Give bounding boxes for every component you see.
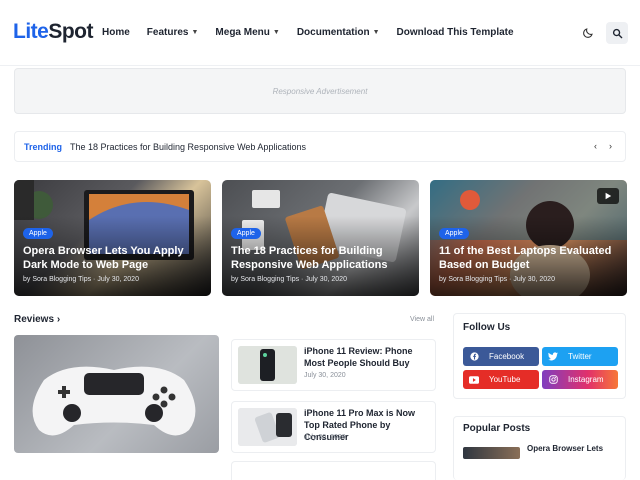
- featured-card-2[interactable]: Apple The 18 Practices for Building Resp…: [222, 180, 419, 296]
- featured-card-1[interactable]: Apple Opera Browser Lets You Apply Dark …: [14, 180, 211, 296]
- nav-home-label: Home: [102, 27, 130, 38]
- ad-placeholder-text: Responsive Advertisement: [272, 86, 368, 96]
- header-actions: [578, 22, 628, 44]
- review-item-2[interactable]: iPhone 11 Pro Max is Now Top Rated Phone…: [231, 401, 436, 453]
- advertisement-slot[interactable]: Responsive Advertisement: [14, 68, 626, 114]
- card-title[interactable]: Opera Browser Lets You Apply Dark Mode t…: [23, 244, 205, 272]
- video-play-button[interactable]: [597, 188, 619, 204]
- trending-link[interactable]: The 18 Practices for Building Responsive…: [70, 142, 306, 152]
- instagram-button[interactable]: Instagram: [542, 370, 618, 389]
- trending-label: Trending: [24, 141, 62, 152]
- nav-documentation[interactable]: Documentation ▼: [297, 27, 380, 38]
- play-icon: [605, 192, 612, 200]
- review-title[interactable]: iPhone 11 Review: Phone Most People Shou…: [304, 345, 432, 369]
- follow-us-widget: Follow Us Facebook Twitter YouTube Insta…: [453, 313, 626, 399]
- main-nav: Home Features ▼ Mega Menu ▼ Documentation ▼…: [102, 27, 531, 38]
- phone-photo: [238, 346, 297, 384]
- youtube-icon: [469, 375, 479, 385]
- logo-part-1: Lite: [13, 20, 49, 43]
- category-badge[interactable]: Apple: [231, 228, 261, 239]
- gamepad-photo: [32, 366, 196, 436]
- twitter-button[interactable]: Twitter: [542, 347, 618, 366]
- reviews-title: Reviews: [14, 314, 55, 325]
- chevron-down-icon: ▼: [191, 29, 199, 36]
- twitter-label: Twitter: [568, 352, 592, 361]
- instagram-icon: [548, 375, 558, 385]
- popular-posts-widget: Popular Posts Opera Browser Lets: [453, 416, 626, 480]
- review-date: July 30, 2020: [304, 372, 346, 379]
- review-date: July 30, 2020: [304, 434, 346, 441]
- chevron-left-icon[interactable]: ‹: [590, 141, 601, 152]
- instagram-label: Instagram: [568, 375, 604, 384]
- nav-mega-menu[interactable]: Mega Menu ▼: [215, 27, 279, 38]
- chevron-right-icon[interactable]: ›: [605, 141, 616, 152]
- facebook-button[interactable]: Facebook: [463, 347, 539, 366]
- featured-card-3[interactable]: Apple 11 of the Best Laptops Evaluated B…: [430, 180, 627, 296]
- category-badge[interactable]: Apple: [439, 228, 469, 239]
- reviews-featured-image[interactable]: [14, 335, 219, 453]
- nav-home[interactable]: Home: [102, 27, 130, 38]
- logo-part-2: Spot: [48, 20, 93, 43]
- nav-documentation-label: Documentation: [296, 27, 370, 38]
- card-meta: by Sora Blogging Tips · July 30, 2020: [23, 276, 139, 283]
- nav-features-label: Features: [146, 27, 189, 38]
- card-meta: by Sora Blogging Tips · July 30, 2020: [231, 276, 347, 283]
- youtube-button[interactable]: YouTube: [463, 370, 539, 389]
- follow-us-title: Follow Us: [463, 322, 511, 333]
- nav-features[interactable]: Features ▼: [147, 27, 199, 38]
- review-item-3[interactable]: [231, 461, 436, 480]
- review-thumbnail[interactable]: [238, 346, 297, 384]
- popular-post-title[interactable]: Opera Browser Lets: [527, 444, 622, 454]
- nav-download[interactable]: Download This Template: [397, 27, 514, 38]
- view-all-link[interactable]: View all: [410, 316, 434, 323]
- category-badge[interactable]: Apple: [23, 228, 53, 239]
- nav-download-label: Download This Template: [396, 27, 514, 38]
- reviews-heading[interactable]: Reviews ›: [14, 314, 60, 325]
- search-icon: [612, 28, 622, 38]
- moon-icon: [583, 28, 593, 38]
- trending-controls: ‹ ›: [590, 141, 616, 152]
- chevron-right-icon: ›: [56, 314, 61, 325]
- trending-bar: Trending The 18 Practices for Building R…: [14, 131, 626, 162]
- site-logo[interactable]: LiteSpot: [13, 20, 93, 44]
- review-thumbnail[interactable]: [238, 408, 297, 446]
- nav-mega-menu-label: Mega Menu: [215, 27, 270, 38]
- card-title[interactable]: 11 of the Best Laptops Evaluated Based o…: [439, 244, 621, 272]
- facebook-label: Facebook: [489, 352, 525, 361]
- facebook-icon: [469, 352, 479, 362]
- dark-mode-toggle[interactable]: [578, 22, 598, 44]
- site-header: LiteSpot Home Features ▼ Mega Menu ▼ Docum…: [0, 0, 640, 66]
- card-title[interactable]: The 18 Practices for Building Responsive…: [231, 244, 413, 272]
- chevron-down-icon: ▼: [372, 29, 380, 36]
- twitter-icon: [548, 352, 558, 362]
- card-meta: by Sora Blogging Tips · July 30, 2020: [439, 276, 555, 283]
- chevron-down-icon: ▼: [272, 29, 280, 36]
- popular-post-thumbnail[interactable]: [463, 447, 520, 459]
- review-item-1[interactable]: iPhone 11 Review: Phone Most People Shou…: [231, 339, 436, 391]
- search-button[interactable]: [606, 22, 628, 44]
- popular-posts-title: Popular Posts: [463, 423, 531, 434]
- phone-photo: [238, 408, 297, 446]
- youtube-label: YouTube: [489, 375, 521, 384]
